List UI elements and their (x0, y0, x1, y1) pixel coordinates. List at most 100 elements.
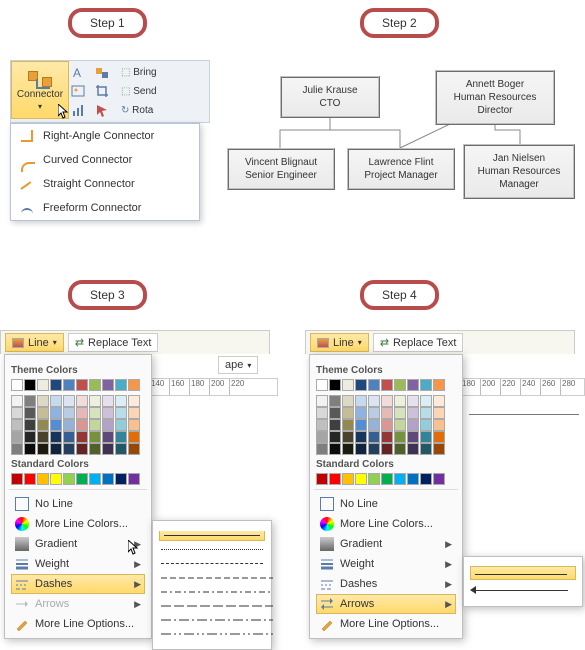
dash-style[interactable] (159, 545, 265, 555)
color-swatch[interactable] (11, 443, 23, 455)
color-swatch[interactable] (128, 431, 140, 443)
color-swatch[interactable] (24, 407, 36, 419)
color-swatch[interactable] (329, 431, 341, 443)
color-swatch[interactable] (355, 443, 367, 455)
color-swatch[interactable] (37, 395, 49, 407)
weight-item[interactable]: Weight▶ (11, 554, 145, 574)
color-swatch[interactable] (63, 419, 75, 431)
color-swatch[interactable] (381, 407, 393, 419)
color-swatch[interactable] (316, 379, 328, 391)
dash-style[interactable] (159, 587, 265, 597)
color-swatch[interactable] (420, 443, 432, 455)
color-swatch[interactable] (128, 407, 140, 419)
color-swatch[interactable] (407, 431, 419, 443)
connector-straight[interactable]: Straight Connector (11, 172, 199, 196)
canvas-line[interactable] (469, 414, 579, 415)
dash-style-solid[interactable] (159, 531, 265, 541)
color-swatch[interactable] (50, 379, 62, 391)
color-swatch[interactable] (128, 395, 140, 407)
rotate-label[interactable]: ↻ Rota (119, 105, 207, 116)
color-swatch[interactable] (76, 419, 88, 431)
color-swatch[interactable] (63, 431, 75, 443)
color-swatch[interactable] (394, 431, 406, 443)
color-swatch[interactable] (420, 419, 432, 431)
color-swatch[interactable] (102, 395, 114, 407)
color-swatch[interactable] (24, 419, 36, 431)
color-swatch[interactable] (102, 419, 114, 431)
color-swatch[interactable] (102, 379, 114, 391)
color-swatch[interactable] (37, 473, 49, 485)
color-swatch[interactable] (329, 379, 341, 391)
shapes-icon[interactable] (95, 65, 111, 81)
arrow-style-right[interactable] (470, 583, 576, 597)
color-swatch[interactable] (115, 473, 127, 485)
color-swatch[interactable] (316, 395, 328, 407)
color-swatch[interactable] (381, 473, 393, 485)
color-swatch[interactable] (433, 407, 445, 419)
color-swatch[interactable] (394, 407, 406, 419)
color-swatch[interactable] (37, 431, 49, 443)
color-swatch[interactable] (63, 407, 75, 419)
connector-right-angle[interactable]: Right-Angle Connector (11, 124, 199, 148)
color-swatch[interactable] (63, 379, 75, 391)
color-swatch[interactable] (381, 431, 393, 443)
color-swatch[interactable] (50, 431, 62, 443)
gradient-item[interactable]: Gradient▶ (316, 534, 456, 554)
color-swatch[interactable] (11, 431, 23, 443)
color-swatch[interactable] (115, 443, 127, 455)
color-swatch[interactable] (50, 407, 62, 419)
color-swatch[interactable] (368, 419, 380, 431)
color-swatch[interactable] (102, 443, 114, 455)
color-swatch[interactable] (24, 395, 36, 407)
color-swatch[interactable] (342, 431, 354, 443)
color-swatch[interactable] (50, 473, 62, 485)
color-swatch[interactable] (355, 407, 367, 419)
color-swatch[interactable] (37, 379, 49, 391)
color-swatch[interactable] (76, 431, 88, 443)
color-swatch[interactable] (342, 419, 354, 431)
bring-label[interactable]: ⬚ Bring (119, 67, 207, 78)
org-box-cto[interactable]: Julie Krause CTO (280, 76, 380, 118)
color-swatch[interactable] (89, 395, 101, 407)
no-line-item[interactable]: No Line (316, 494, 456, 514)
color-swatch[interactable] (407, 419, 419, 431)
color-swatch[interactable] (394, 419, 406, 431)
color-swatch[interactable] (368, 379, 380, 391)
color-swatch[interactable] (329, 419, 341, 431)
color-swatch[interactable] (115, 431, 127, 443)
connector-curved[interactable]: Curved Connector (11, 148, 199, 172)
dash-style[interactable] (159, 615, 265, 625)
color-swatch[interactable] (63, 473, 75, 485)
color-swatch[interactable] (76, 473, 88, 485)
color-swatch[interactable] (355, 473, 367, 485)
org-box-hr-director[interactable]: Annett Boger Human Resources Director (435, 70, 555, 125)
color-swatch[interactable] (407, 379, 419, 391)
dash-style[interactable] (159, 601, 265, 611)
color-swatch[interactable] (89, 473, 101, 485)
color-swatch[interactable] (381, 395, 393, 407)
replace-text-tab[interactable]: ⇄ Replace Text (373, 333, 464, 352)
color-swatch[interactable] (128, 473, 140, 485)
color-swatch[interactable] (342, 407, 354, 419)
color-swatch[interactable] (342, 395, 354, 407)
color-swatch[interactable] (89, 419, 101, 431)
connector-button[interactable]: Connector ▾ (11, 61, 69, 119)
color-swatch[interactable] (128, 379, 140, 391)
color-swatch[interactable] (420, 395, 432, 407)
color-swatch[interactable] (329, 443, 341, 455)
color-swatch[interactable] (368, 431, 380, 443)
more-colors-item[interactable]: More Line Colors... (11, 514, 145, 534)
color-swatch[interactable] (433, 379, 445, 391)
color-swatch[interactable] (355, 395, 367, 407)
color-swatch[interactable] (89, 407, 101, 419)
color-swatch[interactable] (76, 407, 88, 419)
color-swatch[interactable] (76, 395, 88, 407)
more-colors-item[interactable]: More Line Colors... (316, 514, 456, 534)
color-swatch[interactable] (420, 431, 432, 443)
color-swatch[interactable] (420, 379, 432, 391)
color-swatch[interactable] (342, 379, 354, 391)
shape-tab-fragment[interactable]: ape ▾ (218, 356, 258, 374)
crop-icon[interactable] (95, 84, 111, 100)
color-swatch[interactable] (11, 379, 23, 391)
color-swatch[interactable] (355, 431, 367, 443)
